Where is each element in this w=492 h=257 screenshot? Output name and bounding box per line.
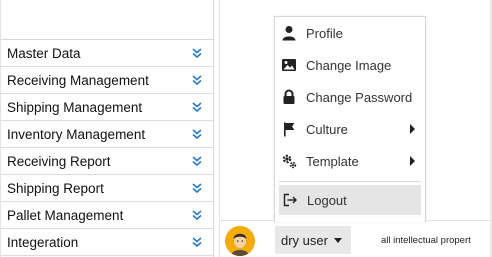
menu-item-label: Change Password xyxy=(306,89,413,105)
sidebar: Master Data Receiving Management Shipping … xyxy=(0,0,214,257)
avatar-icon xyxy=(225,226,255,256)
user-menu-button[interactable]: dry user xyxy=(275,226,351,254)
double-chevron-down-icon[interactable] xyxy=(191,236,203,248)
sidebar-nav: Master Data Receiving Management Shipping … xyxy=(1,40,213,256)
sidebar-item-label: Receiving Report xyxy=(7,153,111,169)
double-chevron-down-icon[interactable] xyxy=(191,47,203,59)
sidebar-item[interactable]: Receiving Report xyxy=(1,148,213,175)
sidebar-item[interactable]: Receiving Management xyxy=(1,67,213,94)
main-divider xyxy=(219,0,220,257)
sidebar-item-label: Shipping Management xyxy=(7,99,143,115)
flag-icon xyxy=(284,122,295,137)
sidebar-item[interactable]: Integeration xyxy=(1,229,213,256)
menu-item-change-image[interactable]: Change Image xyxy=(275,49,425,81)
image-icon xyxy=(282,59,296,71)
user-icon xyxy=(282,26,296,41)
menu-item-label: Logout xyxy=(307,192,347,208)
sidebar-item[interactable]: Shipping Report xyxy=(1,175,213,202)
double-chevron-down-icon[interactable] xyxy=(191,209,203,221)
double-chevron-down-icon[interactable] xyxy=(191,101,203,113)
submenu-arrow-icon xyxy=(410,156,415,166)
caret-down-icon xyxy=(333,237,342,243)
sidebar-item-label: Pallet Management xyxy=(7,207,124,223)
gears-icon xyxy=(282,154,297,169)
menu-item-logout[interactable]: Logout xyxy=(279,185,421,215)
double-chevron-down-icon[interactable] xyxy=(191,128,203,140)
sidebar-item-label: Receiving Management xyxy=(7,72,149,88)
sidebar-item-label: Shipping Report xyxy=(7,180,104,196)
menu-item-label: Profile xyxy=(306,25,343,41)
user-name: dry user xyxy=(281,232,328,248)
double-chevron-down-icon[interactable] xyxy=(191,74,203,86)
sidebar-item[interactable]: Pallet Management xyxy=(1,202,213,229)
submenu-arrow-icon xyxy=(410,124,415,134)
menu-item-culture[interactable]: Culture xyxy=(275,113,425,145)
menu-item-label: Culture xyxy=(306,121,348,137)
double-chevron-down-icon[interactable] xyxy=(191,182,203,194)
menu-item-change-password[interactable]: Change Password xyxy=(275,81,425,113)
menu-item-label: Change Image xyxy=(306,57,392,73)
double-chevron-down-icon[interactable] xyxy=(191,155,203,167)
menu-item-template[interactable]: Template xyxy=(275,145,425,177)
sidebar-item-label: Master Data xyxy=(7,45,81,61)
lock-icon xyxy=(283,89,295,104)
copyright-text: all intellectual propert xyxy=(381,235,471,246)
menu-item-label: Template xyxy=(306,153,359,169)
sidebar-header xyxy=(1,0,213,40)
user-dropdown-menu: Profile Change Image Change Password Cul… xyxy=(274,16,426,222)
sidebar-item[interactable]: Inventory Management xyxy=(1,121,213,148)
sidebar-item-label: Inventory Management xyxy=(7,126,146,142)
menu-item-profile[interactable]: Profile xyxy=(275,17,425,49)
menu-separator xyxy=(279,181,421,182)
avatar[interactable] xyxy=(225,226,255,256)
sidebar-item[interactable]: Master Data xyxy=(1,40,213,67)
sign-out-icon xyxy=(283,193,297,207)
sidebar-item[interactable]: Shipping Management xyxy=(1,94,213,121)
sidebar-item-label: Integeration xyxy=(7,234,79,250)
